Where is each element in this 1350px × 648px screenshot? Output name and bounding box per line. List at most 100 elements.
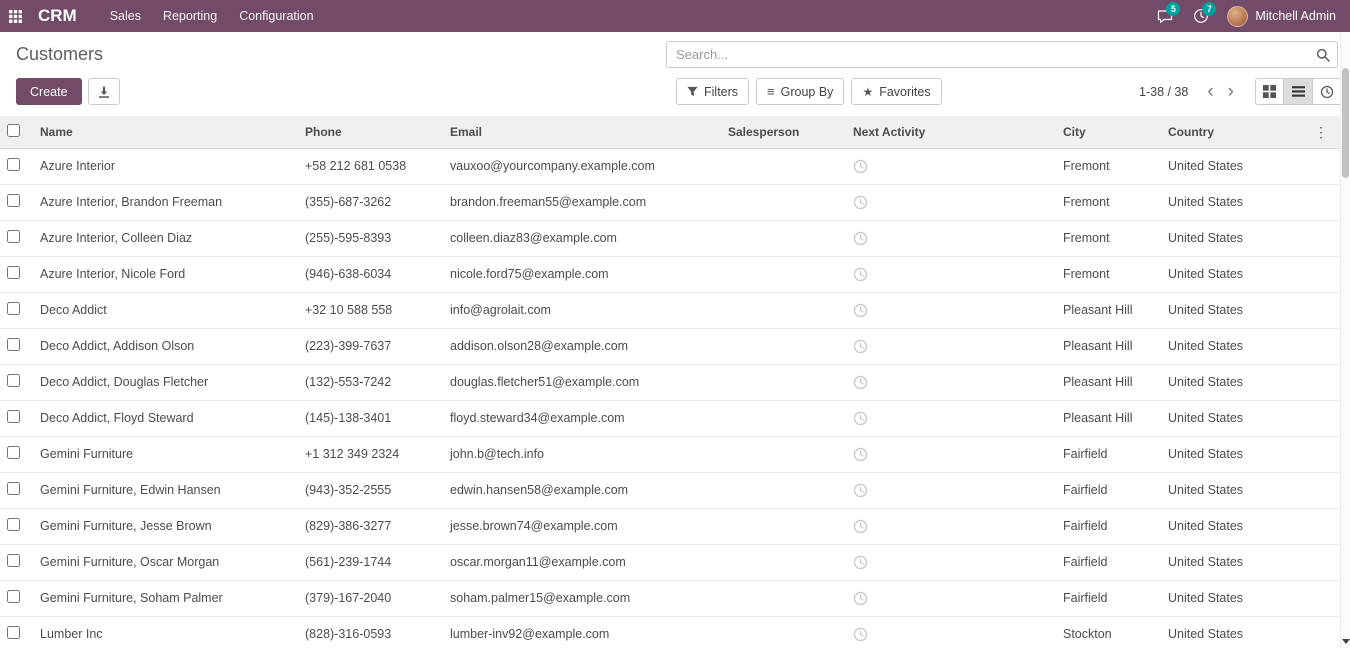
header-country[interactable]: Country — [1158, 116, 1268, 148]
customer-rows: Azure Interior +58 212 681 0538 vauxoo@y… — [0, 148, 1340, 648]
messages-badge: 5 — [1166, 2, 1180, 16]
row-checkbox[interactable] — [7, 194, 20, 207]
row-select-cell — [0, 184, 30, 220]
cell-next-activity[interactable] — [843, 148, 1053, 184]
search-input[interactable] — [666, 41, 1338, 68]
cell-filler — [1268, 436, 1340, 472]
vertical-scrollbar[interactable] — [1340, 32, 1350, 648]
export-button[interactable] — [88, 78, 120, 105]
favorites-button[interactable]: ★ Favorites — [851, 78, 941, 105]
table-row[interactable]: Azure Interior, Colleen Diaz (255)-595-8… — [0, 220, 1340, 256]
table-header-row: Name Phone Email Salesperson Next Activi… — [0, 116, 1340, 148]
row-checkbox[interactable] — [7, 158, 20, 171]
menu-sales[interactable]: Sales — [99, 0, 152, 32]
cell-city: Fremont — [1053, 148, 1158, 184]
cell-next-activity[interactable] — [843, 472, 1053, 508]
view-switcher — [1255, 78, 1342, 105]
user-avatar — [1227, 6, 1248, 27]
table-row[interactable]: Azure Interior +58 212 681 0538 vauxoo@y… — [0, 148, 1340, 184]
cell-phone: (223)-399-7637 — [295, 328, 440, 364]
cell-next-activity[interactable] — [843, 508, 1053, 544]
scrollbar-down-arrow[interactable] — [1341, 635, 1350, 647]
list-view-button[interactable] — [1284, 78, 1313, 105]
cell-salesperson — [718, 292, 843, 328]
cell-next-activity[interactable] — [843, 544, 1053, 580]
cell-name: Deco Addict, Addison Olson — [30, 328, 295, 364]
table-row[interactable]: Gemini Furniture, Edwin Hansen (943)-352… — [0, 472, 1340, 508]
create-button[interactable]: Create — [16, 78, 82, 105]
cell-email: brandon.freeman55@example.com — [440, 184, 718, 220]
row-checkbox[interactable] — [7, 374, 20, 387]
row-checkbox[interactable] — [7, 266, 20, 279]
select-all-checkbox[interactable] — [7, 124, 20, 137]
header-city[interactable]: City — [1053, 116, 1158, 148]
table-row[interactable]: Gemini Furniture, Oscar Morgan (561)-239… — [0, 544, 1340, 580]
cell-country: United States — [1158, 400, 1268, 436]
table-row[interactable]: Gemini Furniture +1 312 349 2324 john.b@… — [0, 436, 1340, 472]
table-row[interactable]: Gemini Furniture, Soham Palmer (379)-167… — [0, 580, 1340, 616]
cell-next-activity[interactable] — [843, 220, 1053, 256]
group-by-button[interactable]: ≡ Group By — [756, 78, 844, 105]
row-checkbox[interactable] — [7, 410, 20, 423]
table-row[interactable]: Deco Addict, Douglas Fletcher (132)-553-… — [0, 364, 1340, 400]
no-activity-clock-icon — [853, 483, 868, 498]
no-activity-clock-icon — [853, 339, 868, 354]
cell-next-activity[interactable] — [843, 580, 1053, 616]
cell-next-activity[interactable] — [843, 616, 1053, 648]
optional-columns-toggle[interactable]: ⋮ — [1312, 117, 1330, 147]
pager-previous-button[interactable]: ‹ — [1200, 78, 1220, 105]
row-checkbox[interactable] — [7, 626, 20, 639]
header-salesperson[interactable]: Salesperson — [718, 116, 843, 148]
cell-next-activity[interactable] — [843, 436, 1053, 472]
row-checkbox[interactable] — [7, 590, 20, 603]
cell-next-activity[interactable] — [843, 364, 1053, 400]
cell-phone: (255)-595-8393 — [295, 220, 440, 256]
app-title[interactable]: CRM — [38, 6, 77, 26]
activity-view-button[interactable] — [1313, 78, 1342, 105]
cell-next-activity[interactable] — [843, 400, 1053, 436]
kanban-view-button[interactable] — [1255, 78, 1284, 105]
cell-next-activity[interactable] — [843, 328, 1053, 364]
pager-and-views: 1-38 / 38 ‹ › — [1139, 78, 1342, 105]
menu-configuration[interactable]: Configuration — [228, 0, 324, 32]
row-checkbox[interactable] — [7, 302, 20, 315]
table-row[interactable]: Gemini Furniture, Jesse Brown (829)-386-… — [0, 508, 1340, 544]
table-row[interactable]: Deco Addict +32 10 588 558 info@agrolait… — [0, 292, 1340, 328]
cell-city: Pleasant Hill — [1053, 364, 1158, 400]
header-email[interactable]: Email — [440, 116, 718, 148]
cell-next-activity[interactable] — [843, 184, 1053, 220]
header-phone[interactable]: Phone — [295, 116, 440, 148]
header-name[interactable]: Name — [30, 116, 295, 148]
user-menu[interactable]: Mitchell Admin — [1219, 0, 1344, 32]
pager-next-button[interactable]: › — [1221, 78, 1241, 105]
row-checkbox[interactable] — [7, 554, 20, 567]
row-checkbox[interactable] — [7, 446, 20, 459]
menu-reporting[interactable]: Reporting — [152, 0, 228, 32]
table-row[interactable]: Azure Interior, Brandon Freeman (355)-68… — [0, 184, 1340, 220]
table-row[interactable]: Deco Addict, Addison Olson (223)-399-763… — [0, 328, 1340, 364]
table-row[interactable]: Azure Interior, Nicole Ford (946)-638-60… — [0, 256, 1340, 292]
cell-next-activity[interactable] — [843, 256, 1053, 292]
row-select-cell — [0, 580, 30, 616]
search-button[interactable] — [1312, 44, 1334, 66]
apps-menu-button[interactable] — [0, 0, 30, 32]
customer-list: Name Phone Email Salesperson Next Activi… — [0, 116, 1340, 648]
row-select-cell — [0, 544, 30, 580]
row-select-cell — [0, 220, 30, 256]
no-activity-clock-icon — [853, 375, 868, 390]
scrollbar-thumb[interactable] — [1342, 68, 1349, 178]
messages-button[interactable]: 5 — [1147, 0, 1183, 32]
row-checkbox[interactable] — [7, 230, 20, 243]
header-next-activity[interactable]: Next Activity — [843, 116, 1053, 148]
filters-button[interactable]: Filters — [676, 78, 749, 105]
table-row[interactable]: Lumber Inc (828)-316-0593 lumber-inv92@e… — [0, 616, 1340, 648]
row-checkbox[interactable] — [7, 338, 20, 351]
filter-funnel-icon — [687, 86, 698, 97]
cell-email: nicole.ford75@example.com — [440, 256, 718, 292]
table-row[interactable]: Deco Addict, Floyd Steward (145)-138-340… — [0, 400, 1340, 436]
activities-button[interactable]: 7 — [1183, 0, 1219, 32]
row-checkbox[interactable] — [7, 482, 20, 495]
pager-counter[interactable]: 1-38 / 38 — [1139, 85, 1188, 99]
cell-next-activity[interactable] — [843, 292, 1053, 328]
row-checkbox[interactable] — [7, 518, 20, 531]
